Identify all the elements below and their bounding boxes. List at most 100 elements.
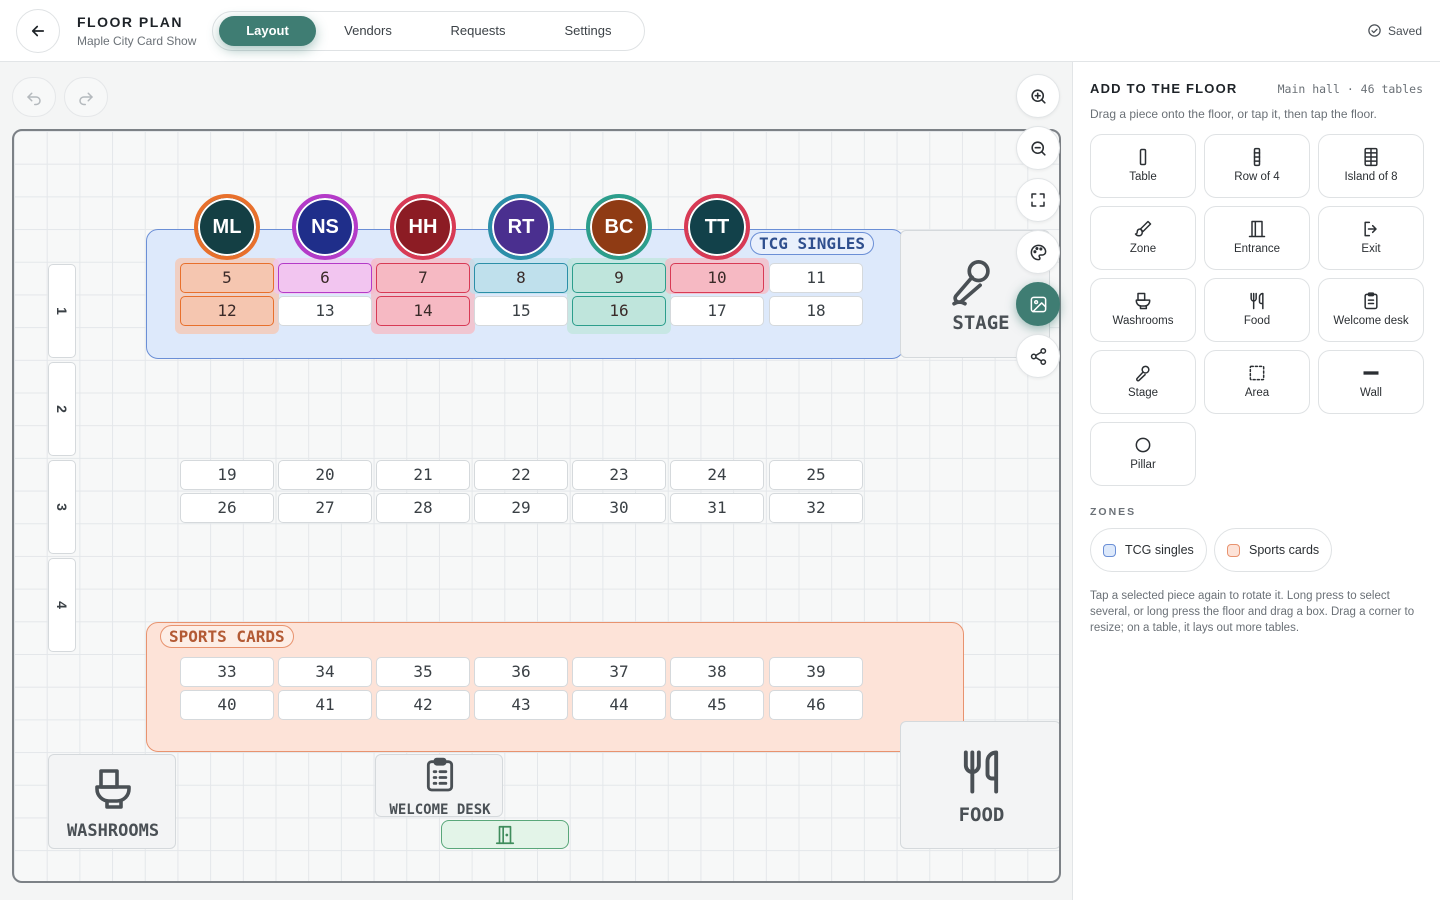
table-34[interactable]: 34: [278, 657, 372, 687]
share-button[interactable]: [1016, 334, 1060, 378]
clipboard-icon: [1364, 292, 1378, 310]
piece-island-of-8[interactable]: Island of 8: [1318, 134, 1424, 198]
redo-button[interactable]: [64, 77, 108, 117]
piece-washrooms[interactable]: Washrooms: [1090, 278, 1196, 342]
zone-label-tcg: TCG SINGLES: [750, 232, 874, 255]
table-7[interactable]: 7: [376, 263, 470, 293]
piece-label: Area: [1244, 387, 1270, 399]
vendor-avatar-bc[interactable]: BC: [586, 194, 652, 260]
vendor-avatar-ml[interactable]: ML: [194, 194, 260, 260]
entrance-fixture[interactable]: [441, 820, 569, 849]
table-20[interactable]: 20: [278, 460, 372, 490]
utensils-icon: [963, 750, 999, 794]
tab-vendors[interactable]: Vendors: [323, 16, 413, 46]
theme-button[interactable]: [1016, 230, 1060, 274]
table-37[interactable]: 37: [572, 657, 666, 687]
table-21[interactable]: 21: [376, 460, 470, 490]
table-42[interactable]: 42: [376, 690, 470, 720]
table-32[interactable]: 32: [769, 493, 863, 523]
table-27[interactable]: 27: [278, 493, 372, 523]
zone-label-sports: SPORTS CARDS: [160, 625, 294, 648]
table-6[interactable]: 6: [278, 263, 372, 293]
piece-label: Welcome desk: [1333, 315, 1409, 327]
table-19[interactable]: 19: [180, 460, 274, 490]
zone-swatch: [1227, 543, 1240, 557]
door-icon: [495, 825, 515, 844]
piece-label: Stage: [1127, 387, 1159, 399]
zoom-in-button[interactable]: [1016, 74, 1060, 118]
table-35[interactable]: 35: [376, 657, 470, 687]
table-8[interactable]: 8: [474, 263, 568, 293]
piece-wall[interactable]: Wall: [1318, 350, 1424, 414]
piece-exit[interactable]: Exit: [1318, 206, 1424, 270]
table-16[interactable]: 16: [572, 296, 666, 326]
welcome-desk-fixture[interactable]: WELCOME DESK: [375, 754, 503, 818]
row-label-1[interactable]: 1: [48, 264, 76, 358]
row-label-2[interactable]: 2: [48, 362, 76, 456]
background-image-button[interactable]: [1016, 282, 1060, 326]
table-11[interactable]: 11: [769, 263, 863, 293]
table-43[interactable]: 43: [474, 690, 568, 720]
table-14[interactable]: 14: [376, 296, 470, 326]
table-25[interactable]: 25: [769, 460, 863, 490]
zoom-out-button[interactable]: [1016, 126, 1060, 170]
table-41[interactable]: 41: [278, 690, 372, 720]
door-icon: [1248, 220, 1266, 238]
table-36[interactable]: 36: [474, 657, 568, 687]
piece-label: Entrance: [1233, 243, 1281, 255]
vendor-avatar-ns[interactable]: NS: [292, 194, 358, 260]
table-33[interactable]: 33: [180, 657, 274, 687]
row-label-4[interactable]: 4: [48, 558, 76, 652]
tab-settings[interactable]: Settings: [543, 16, 633, 46]
check-circle-icon: [1368, 24, 1381, 37]
table-23[interactable]: 23: [572, 460, 666, 490]
zone-chip-sports-cards[interactable]: Sports cards: [1214, 528, 1333, 572]
table-39[interactable]: 39: [769, 657, 863, 687]
table-9[interactable]: 9: [572, 263, 666, 293]
table-13[interactable]: 13: [278, 296, 372, 326]
vendor-avatar-rt[interactable]: RT: [488, 194, 554, 260]
table-26[interactable]: 26: [180, 493, 274, 523]
zone-chip-tcg-singles[interactable]: TCG singles: [1090, 528, 1207, 572]
piece-table[interactable]: Table: [1090, 134, 1196, 198]
table-5[interactable]: 5: [180, 263, 274, 293]
table-24[interactable]: 24: [670, 460, 764, 490]
piece-area[interactable]: Area: [1204, 350, 1310, 414]
table-22[interactable]: 22: [474, 460, 568, 490]
tab-layout[interactable]: Layout: [219, 16, 316, 46]
table-46[interactable]: 46: [769, 690, 863, 720]
floor-plan[interactable]: TCG SINGLES SPORTS CARDS 5 6 7 8 9 10 11 12 13 14…: [12, 129, 1061, 883]
undo-button[interactable]: [12, 77, 56, 117]
table-12[interactable]: 12: [180, 296, 274, 326]
piece-stage[interactable]: Stage: [1090, 350, 1196, 414]
table-31[interactable]: 31: [670, 493, 764, 523]
table-15[interactable]: 15: [474, 296, 568, 326]
table-38[interactable]: 38: [670, 657, 764, 687]
table-40[interactable]: 40: [180, 690, 274, 720]
vendor-avatar-hh[interactable]: HH: [390, 194, 456, 260]
table-30[interactable]: 30: [572, 493, 666, 523]
piece-food[interactable]: Food: [1204, 278, 1310, 342]
fit-to-screen-button[interactable]: [1016, 178, 1060, 222]
food-fixture[interactable]: FOOD: [900, 721, 1059, 849]
table-17[interactable]: 17: [670, 296, 764, 326]
piece-pillar[interactable]: Pillar: [1090, 422, 1196, 486]
piece-row-of-4[interactable]: Row of 4: [1204, 134, 1310, 198]
back-button[interactable]: [16, 9, 60, 53]
piece-zone[interactable]: Zone: [1090, 206, 1196, 270]
washrooms-fixture[interactable]: WASHROOMS: [48, 754, 176, 849]
table-28[interactable]: 28: [376, 493, 470, 523]
piece-welcome-desk[interactable]: Welcome desk: [1318, 278, 1424, 342]
table-45[interactable]: 45: [670, 690, 764, 720]
row-label-text: 3: [53, 503, 70, 511]
clipboard-icon: [426, 757, 454, 792]
table-29[interactable]: 29: [474, 493, 568, 523]
table-18[interactable]: 18: [769, 296, 863, 326]
tab-requests[interactable]: Requests: [433, 16, 523, 46]
table-10[interactable]: 10: [670, 263, 764, 293]
table-44[interactable]: 44: [572, 690, 666, 720]
vendor-avatar-tt[interactable]: TT: [684, 194, 750, 260]
piece-entrance[interactable]: Entrance: [1204, 206, 1310, 270]
zone-chip-label: TCG singles: [1125, 543, 1194, 557]
row-label-3[interactable]: 3: [48, 460, 76, 554]
